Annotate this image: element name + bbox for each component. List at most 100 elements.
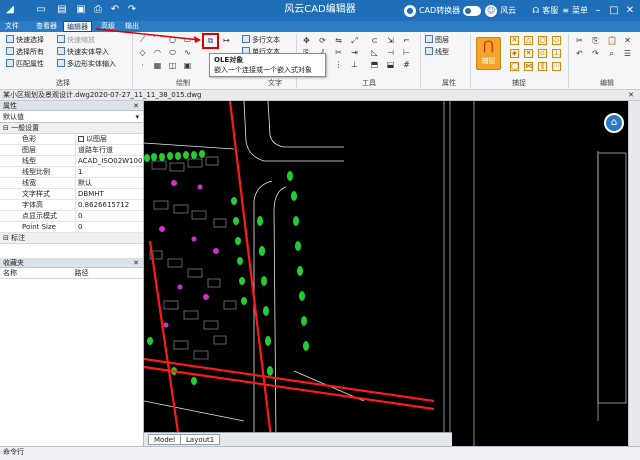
select-all-button[interactable]: 选择所有 <box>6 47 44 58</box>
edit-redo-icon[interactable]: ↷ <box>591 49 600 58</box>
prop-row-linetype-scale[interactable]: 线型比例 1 <box>0 167 143 178</box>
image-insert-icon[interactable]: ▣ <box>183 61 192 70</box>
edit-cut-icon[interactable]: ✂ <box>575 36 584 45</box>
minimize-icon[interactable]: – <box>592 5 604 16</box>
move-icon[interactable]: ✥ <box>302 36 311 45</box>
rectangle-icon[interactable]: ▭ <box>183 35 192 44</box>
polyline-icon[interactable]: ⌒ <box>153 35 162 44</box>
tab-editor[interactable]: 编辑器 <box>63 21 92 32</box>
service-button[interactable]: ☊ 客服 <box>532 5 558 16</box>
tab-output[interactable]: 输出 <box>122 21 142 32</box>
maximize-icon[interactable]: □ <box>608 5 620 16</box>
favorites-close-icon[interactable]: ✕ <box>133 258 139 268</box>
region-icon[interactable]: ⬒ <box>370 60 379 69</box>
prop-row-lineweight[interactable]: 线宽 默认 <box>0 178 143 189</box>
join-icon[interactable]: ⊢ <box>402 48 411 57</box>
layer-button[interactable]: 图层 <box>425 35 449 46</box>
edit-prop-icon[interactable]: ☰ <box>623 49 632 58</box>
snap-insert-icon[interactable]: ▫ <box>538 49 547 58</box>
tab-advanced[interactable]: 高级 <box>98 21 118 32</box>
properties-close-icon[interactable]: ✕ <box>133 101 139 111</box>
prop-row-layer[interactable]: 图层 道路车行道 <box>0 145 143 156</box>
prop-row-point-size[interactable]: Point Size 0 <box>0 222 143 233</box>
snap-endpoint-icon[interactable]: ✕ <box>510 36 519 45</box>
prop-row-text-style[interactable]: 文字样式 DBMHT <box>0 189 143 200</box>
prop-row-font-height[interactable]: 字体高 0.8626615712 <box>0 200 143 211</box>
section-annotation[interactable]: ⊟ 标注 <box>0 233 143 244</box>
polygon-draw-icon[interactable]: ◇ <box>138 48 147 57</box>
extend-icon[interactable]: ⇥ <box>350 48 359 57</box>
prop-row-color[interactable]: 色彩 以图层 <box>0 134 143 145</box>
title-bar: ◢ ▭ ▤ ▣ ⎙ ↶ ↷ 风云CAD编辑器 ● CAD转换器 ☺ 风云 ☊ 客… <box>0 0 640 21</box>
tooltip-description: 嵌入一个连接或一个嵌入式对象 <box>214 66 312 74</box>
select-all-icon <box>6 47 14 55</box>
linetype-button[interactable]: 线型 <box>425 47 449 58</box>
snap-extension-icon[interactable]: ⋯ <box>552 62 561 71</box>
menu-button[interactable]: ≡ 菜单 <box>562 5 588 16</box>
point-icon[interactable]: · <box>138 61 147 70</box>
prop-row-linetype[interactable]: 线型 ACAD_ISO02W100 <box>0 156 143 167</box>
close-icon[interactable]: ✕ <box>624 5 636 16</box>
stretch-icon[interactable]: ⇲ <box>386 36 395 45</box>
quick-select-button[interactable]: 快速选择 <box>6 35 44 46</box>
calc-icon[interactable]: # <box>402 60 411 69</box>
line-icon[interactable]: ⟋ <box>138 35 147 44</box>
snap-parallel-icon[interactable]: ∥ <box>538 62 547 71</box>
array-icon[interactable]: ⋮ <box>334 60 343 69</box>
edit-find-icon[interactable]: ⌕ <box>607 49 616 58</box>
rotate-icon[interactable]: ⟳ <box>318 36 327 45</box>
ellipse-icon[interactable]: ⬭ <box>168 48 177 57</box>
measure-icon[interactable]: ⊥ <box>350 60 359 69</box>
link-icon[interactable]: ⊂ <box>370 36 379 45</box>
trim-icon[interactable]: ✂ <box>334 48 343 57</box>
snap-perpendicular-icon[interactable]: ⊥ <box>552 49 561 58</box>
snap-intersection-icon[interactable]: ✕ <box>524 49 533 58</box>
snap-center-icon[interactable]: ○ <box>538 36 547 45</box>
hatch-icon[interactable]: ▦ <box>153 61 162 70</box>
snap-tangent-icon[interactable]: ◯ <box>510 62 519 71</box>
tab-layout1[interactable]: Layout1 <box>180 434 221 445</box>
arc-icon[interactable]: ◠ <box>153 48 162 57</box>
snap-node-icon[interactable]: ◇ <box>552 36 561 45</box>
command-bar[interactable]: 命令行 <box>0 446 640 460</box>
quick-entity-import-button[interactable]: 快速实体导入 <box>57 47 109 58</box>
edit-copy-icon[interactable]: ⎘ <box>591 36 600 45</box>
tab-viewer[interactable]: 查看器 <box>33 21 60 32</box>
vertical-scrollbar[interactable] <box>628 101 640 446</box>
capture-button[interactable]: ⋂ 捕捉 <box>476 37 501 70</box>
tab-file[interactable]: 文件 <box>2 21 22 32</box>
circle-icon[interactable]: ○ <box>168 35 177 44</box>
snap-nearest-icon[interactable]: ⋈ <box>524 62 533 71</box>
quick-zoom-button[interactable]: 快速缩放 <box>57 35 95 46</box>
user-account[interactable]: ☺ 风云 <box>485 4 516 17</box>
spline-icon[interactable]: ∿ <box>183 48 192 57</box>
polygon-entity-input-button[interactable]: 多边形实体输入 <box>57 59 116 70</box>
edit-paste-icon[interactable]: 📋 <box>607 36 617 45</box>
fillet-icon[interactable]: ⌐ <box>402 36 411 45</box>
dimension-icon[interactable]: ↦ <box>222 36 231 45</box>
tab-model[interactable]: Model <box>148 434 182 445</box>
section-general[interactable]: ⊟ 一般设置 <box>0 123 143 134</box>
document-close-icon[interactable]: ✕ <box>628 90 634 101</box>
group-label-edit: 编辑 <box>600 79 614 87</box>
snap-midpoint-icon[interactable]: △ <box>524 36 533 45</box>
mtext-button[interactable]: 多行文本 <box>242 35 280 46</box>
chamfer-icon[interactable]: ◺ <box>370 48 379 57</box>
block-icon[interactable]: ◫ <box>168 61 177 70</box>
converter-toggle[interactable] <box>463 5 482 16</box>
properties-selector[interactable]: 默认值 ▾ <box>0 111 143 123</box>
chevron-down-icon: ▾ <box>135 113 139 121</box>
snap-quadrant-icon[interactable]: ◈ <box>510 49 519 58</box>
mirror-icon[interactable]: ⇋ <box>334 36 343 45</box>
break-icon[interactable]: ⊣ <box>386 48 395 57</box>
prop-row-point-mode[interactable]: 点显示模式 0 <box>0 211 143 222</box>
edit-delete-icon[interactable]: ✕ <box>623 36 632 45</box>
match-props-button[interactable]: 匹配属性 <box>6 59 44 70</box>
edit-undo-icon[interactable]: ↶ <box>575 49 584 58</box>
scale-icon[interactable]: ⤢ <box>350 36 359 45</box>
drawing-canvas[interactable] <box>144 101 628 446</box>
document-tab[interactable]: 某小区规划及景观设计.dwg2020-07-27_11_11_38_015.dw… <box>0 90 640 101</box>
boundary-icon[interactable]: ⬓ <box>386 60 395 69</box>
navigation-button[interactable]: ⌂ <box>604 113 624 133</box>
cad-converter-button[interactable]: ● CAD转换器 <box>403 4 482 17</box>
